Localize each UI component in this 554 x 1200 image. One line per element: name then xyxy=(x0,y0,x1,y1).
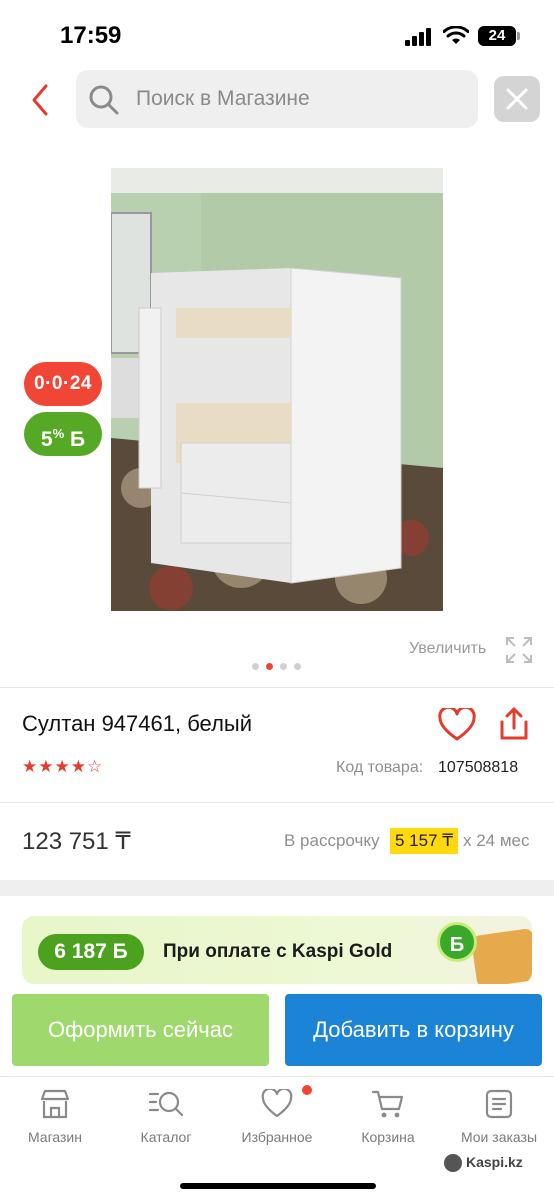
installment-badge: 0·0·24 xyxy=(24,362,102,406)
bonus-coin-icon: Б xyxy=(437,922,477,962)
status-time: 17:59 xyxy=(60,22,122,49)
favorite-heart-icon[interactable] xyxy=(438,708,476,742)
gallery-dot[interactable] xyxy=(280,663,287,670)
status-bar: 17:59 24 xyxy=(0,0,554,70)
divider xyxy=(0,802,554,803)
divider xyxy=(0,687,554,688)
product-price: 123 751 ₸ xyxy=(22,828,131,855)
share-icon[interactable] xyxy=(498,706,530,742)
installment-amount: 5 157 ₸ xyxy=(390,828,459,854)
close-icon xyxy=(506,88,528,110)
tab-favorites[interactable]: Избранное xyxy=(227,1089,327,1145)
tab-label: Мои заказы xyxy=(460,1129,538,1145)
kaspi-gold-banner[interactable]: 6 187 Б При оплате с Kaspi Gold Б xyxy=(22,916,532,984)
gallery-dot[interactable] xyxy=(252,663,259,670)
store-icon xyxy=(40,1089,70,1119)
gallery-pagination xyxy=(252,657,308,670)
back-arrow-icon[interactable] xyxy=(26,80,56,120)
tab-catalog[interactable]: Каталог xyxy=(116,1089,216,1145)
gold-banner-text: При оплате с Kaspi Gold xyxy=(163,941,393,962)
kaspi-gold-card-icon xyxy=(470,927,532,984)
kaspi-watermark: Kaspi.kz xyxy=(444,1154,523,1173)
search-input[interactable]: Поиск в Магазине xyxy=(76,70,478,128)
product-title: Султан 947461, белый xyxy=(22,711,253,736)
tab-my-orders[interactable]: Мои заказы xyxy=(449,1089,549,1145)
installment-term: x 24 мес xyxy=(463,831,530,850)
cart-icon xyxy=(371,1090,404,1118)
bottom-tab-bar: Магазин Каталог Избранное Корзина Мои за… xyxy=(0,1076,554,1200)
product-code-label: Код товара: xyxy=(336,759,424,776)
kaspi-logo-icon xyxy=(444,1154,462,1173)
section-separator xyxy=(0,880,554,896)
expand-icon[interactable] xyxy=(505,636,533,664)
zoom-label[interactable]: Увеличить xyxy=(409,640,486,658)
installment-label: В рассрочку xyxy=(284,831,380,850)
add-to-cart-button[interactable]: Добавить в корзину xyxy=(285,994,542,1066)
gold-bonus-pill: 6 187 Б xyxy=(38,934,144,970)
favorites-notification-dot xyxy=(302,1085,312,1095)
tab-label: Избранное xyxy=(241,1129,313,1145)
tab-label: Каталог xyxy=(140,1129,192,1145)
checkout-now-button[interactable]: Оформить сейчас xyxy=(12,994,269,1066)
battery-indicator: 24 xyxy=(478,26,520,46)
bonus-badge: 5% Б xyxy=(24,412,102,456)
home-indicator xyxy=(180,1183,376,1189)
wifi-icon xyxy=(443,26,469,44)
gallery-dot[interactable] xyxy=(294,663,301,670)
tab-store[interactable]: Магазин xyxy=(5,1089,105,1145)
search-placeholder: Поиск в Магазине xyxy=(136,87,310,110)
close-button[interactable] xyxy=(494,76,540,122)
heart-icon xyxy=(261,1089,293,1118)
search-icon xyxy=(89,85,119,115)
product-code-value: 107508818 xyxy=(438,759,519,776)
tab-label: Корзина xyxy=(361,1129,415,1145)
orders-icon xyxy=(485,1089,513,1119)
gallery-dot-active[interactable] xyxy=(266,663,273,670)
tab-cart[interactable]: Корзина xyxy=(338,1089,438,1145)
tab-label: Магазин xyxy=(27,1129,82,1145)
rating-stars: ★★★★☆ xyxy=(22,757,104,776)
cellular-signal-icon xyxy=(405,28,433,46)
product-image[interactable] xyxy=(111,168,443,611)
catalog-search-icon xyxy=(148,1091,184,1117)
